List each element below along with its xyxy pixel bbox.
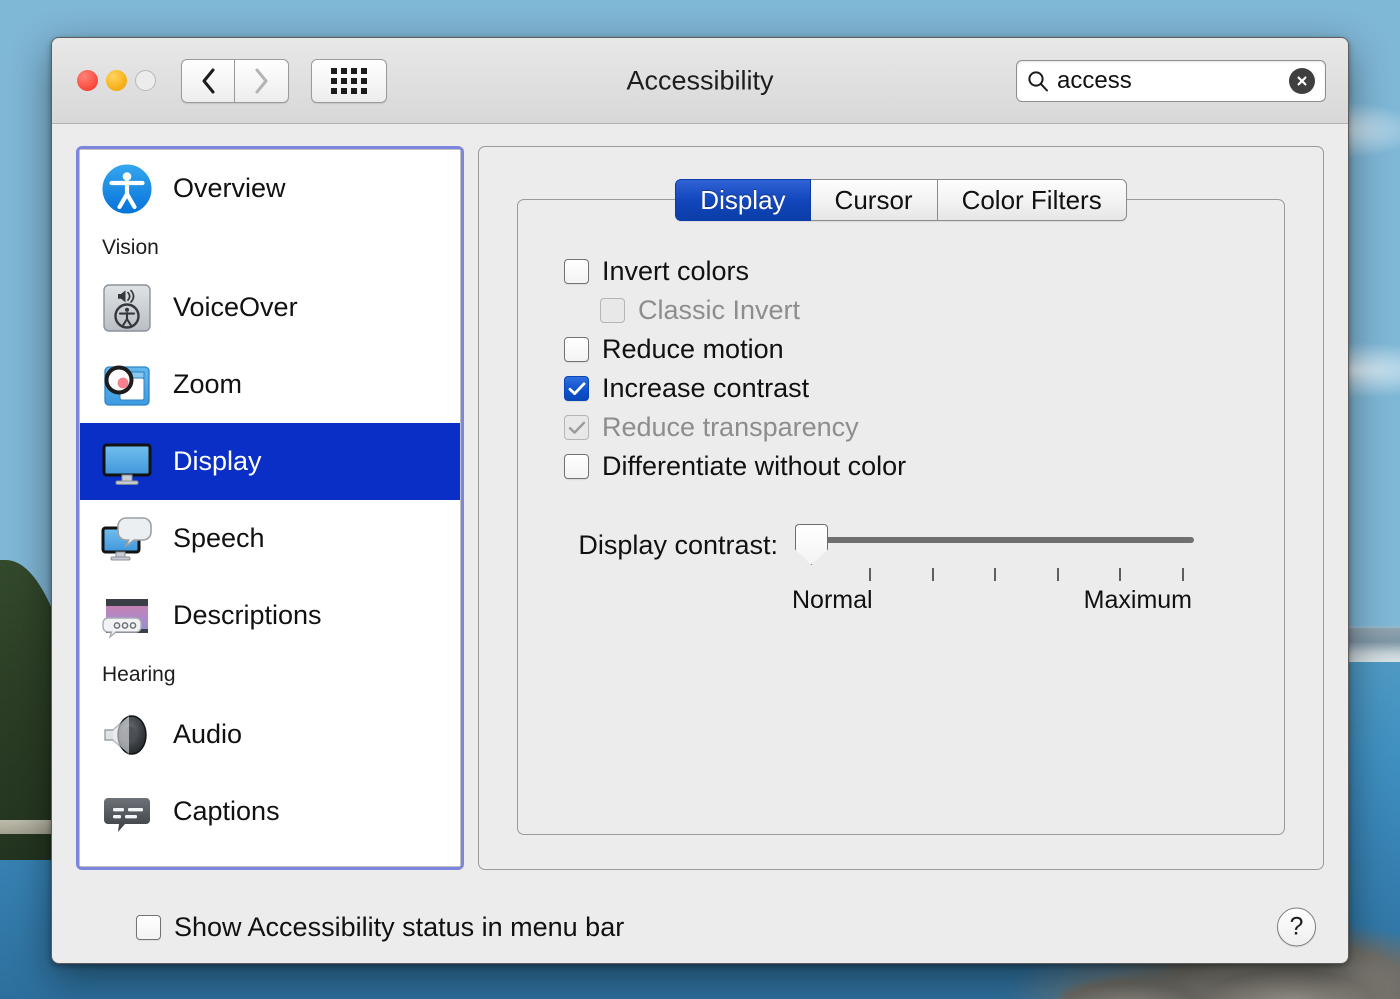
checkbox-reduce-transparency: [564, 415, 589, 440]
forward-button[interactable]: [235, 58, 289, 103]
zoom-button[interactable]: [135, 70, 156, 91]
show-all-grid-icon: [331, 67, 367, 94]
checkbox-invert-colors[interactable]: [564, 259, 589, 284]
help-button[interactable]: ?: [1277, 907, 1316, 947]
sidebar-item-speech[interactable]: Speech: [80, 500, 460, 577]
checkbox-row-reduce-motion[interactable]: Reduce motion: [564, 330, 1284, 369]
checkbox-row-show-status[interactable]: Show Accessibility status in menu bar: [136, 912, 624, 943]
search-input[interactable]: [1057, 66, 1289, 95]
tab-cursor[interactable]: Cursor: [810, 179, 938, 221]
display-tab-panel: Invert colors Classic Invert Reduce moti…: [517, 199, 1285, 835]
sidebar-item-label: Audio: [173, 719, 243, 749]
checkbox-reduce-motion[interactable]: [564, 337, 589, 362]
checkbox-row-differentiate-without-color[interactable]: Differentiate without color: [564, 447, 1284, 486]
sidebar-item-captions[interactable]: Captions: [80, 773, 460, 850]
tab-bar: Display Cursor Color Filters: [479, 179, 1323, 221]
checkbox-label: Reduce transparency: [602, 412, 859, 442]
window-titlebar: Accessibility: [52, 38, 1348, 124]
sidebar-item-display[interactable]: Display: [80, 423, 460, 500]
desktop-wallpaper: Accessibility access Overview Vision Voi…: [0, 0, 1400, 999]
sidebar-item-voiceover[interactable]: VoiceOver: [80, 269, 460, 346]
display-contrast-control: Display contrast: Normal Maximum: [518, 520, 1284, 614]
display-monitor-icon: [99, 434, 155, 490]
traffic-light-group: [77, 70, 156, 91]
navigation-button-group: [181, 58, 289, 103]
search-icon: [1028, 70, 1048, 91]
accessibility-person-icon: [99, 161, 155, 217]
clear-search-button[interactable]: [1289, 67, 1315, 94]
sidebar-item-descriptions[interactable]: Descriptions: [80, 577, 460, 654]
close-button[interactable]: [77, 70, 98, 91]
checkbox-label: Show Accessibility status in menu bar: [174, 911, 625, 942]
sidebar-item-overview[interactable]: Overview: [80, 150, 460, 227]
detail-panel: Display Cursor Color Filters Invert colo…: [478, 146, 1324, 870]
zoom-magnifier-icon: [99, 357, 155, 413]
chevron-right-icon: [255, 68, 268, 93]
back-button[interactable]: [181, 58, 235, 103]
checkbox-row-increase-contrast[interactable]: Increase contrast: [564, 369, 1284, 408]
slider-max-label: Maximum: [1083, 586, 1192, 614]
checkbox-label: Increase contrast: [602, 373, 810, 403]
captions-icon: [99, 784, 155, 840]
system-preferences-window: Accessibility access Overview Vision Voi…: [51, 37, 1349, 964]
sidebar-item-label: Zoom: [173, 369, 243, 399]
tab-display[interactable]: Display: [675, 179, 811, 221]
checkbox-label: Classic Invert: [638, 295, 801, 325]
sidebar-item-label: Captions: [173, 796, 280, 826]
slider-tick: [1182, 568, 1184, 581]
checkmark-icon: [568, 421, 585, 434]
close-icon: [1297, 75, 1307, 85]
display-options-list: Invert colors Classic Invert Reduce moti…: [518, 252, 1284, 486]
tab-color-filters[interactable]: Color Filters: [937, 179, 1127, 221]
checkbox-increase-contrast[interactable]: [564, 376, 589, 401]
sidebar-item-label: Descriptions: [173, 600, 322, 630]
checkbox-classic-invert: [600, 298, 625, 323]
help-question-icon: ?: [1289, 912, 1304, 941]
slider-min-label: Normal: [792, 586, 873, 614]
checkbox-label: Differentiate without color: [602, 451, 907, 481]
display-contrast-label: Display contrast:: [578, 530, 778, 560]
voiceover-icon: [99, 280, 155, 336]
slider-tick: [932, 568, 934, 581]
speech-bubble-icon: [99, 511, 155, 567]
slider-tick-labels: Normal Maximum: [792, 586, 1192, 615]
sidebar-list: Overview Vision VoiceOver Zoom Display S…: [79, 149, 461, 867]
sidebar-item-label: VoiceOver: [173, 292, 298, 322]
checkbox-row-invert-colors[interactable]: Invert colors: [564, 252, 1284, 291]
checkbox-differentiate-without-color[interactable]: [564, 454, 589, 479]
checkbox-show-accessibility-status[interactable]: [136, 914, 161, 940]
window-body: Overview Vision VoiceOver Zoom Display S…: [52, 124, 1348, 891]
sidebar-item-audio[interactable]: Audio: [80, 696, 460, 773]
checkbox-row-reduce-transparency: Reduce transparency: [564, 408, 1284, 447]
slider-tick: [1057, 568, 1059, 581]
search-field[interactable]: [1016, 59, 1326, 102]
chevron-left-icon: [202, 68, 214, 93]
window-bottom-bar: Show Accessibility status in menu bar ?: [52, 891, 1348, 963]
sidebar-item-label: Overview: [173, 173, 286, 203]
slider-thumb[interactable]: [795, 524, 828, 565]
descriptions-icon: [99, 588, 155, 644]
sidebar-focus-ring: Overview Vision VoiceOver Zoom Display S…: [76, 146, 464, 870]
slider-tick: [994, 568, 996, 581]
sidebar-item-label: Display: [173, 446, 262, 476]
checkbox-label: Invert colors: [602, 256, 750, 286]
slider-tick: [1119, 568, 1121, 581]
sidebar-group-vision: Vision: [102, 236, 159, 259]
checkbox-row-classic-invert: Classic Invert: [564, 291, 1284, 330]
sidebar-item-label: Speech: [173, 523, 265, 553]
sidebar-group-hearing: Hearing: [102, 663, 176, 686]
sidebar-item-zoom[interactable]: Zoom: [80, 346, 460, 423]
checkmark-icon: [568, 381, 585, 395]
slider-track[interactable]: [816, 537, 1194, 543]
checkbox-label: Reduce motion: [602, 334, 784, 364]
show-all-button[interactable]: [311, 58, 387, 103]
slider-tick: [869, 568, 871, 581]
speaker-icon: [99, 707, 155, 763]
minimize-button[interactable]: [106, 70, 127, 91]
